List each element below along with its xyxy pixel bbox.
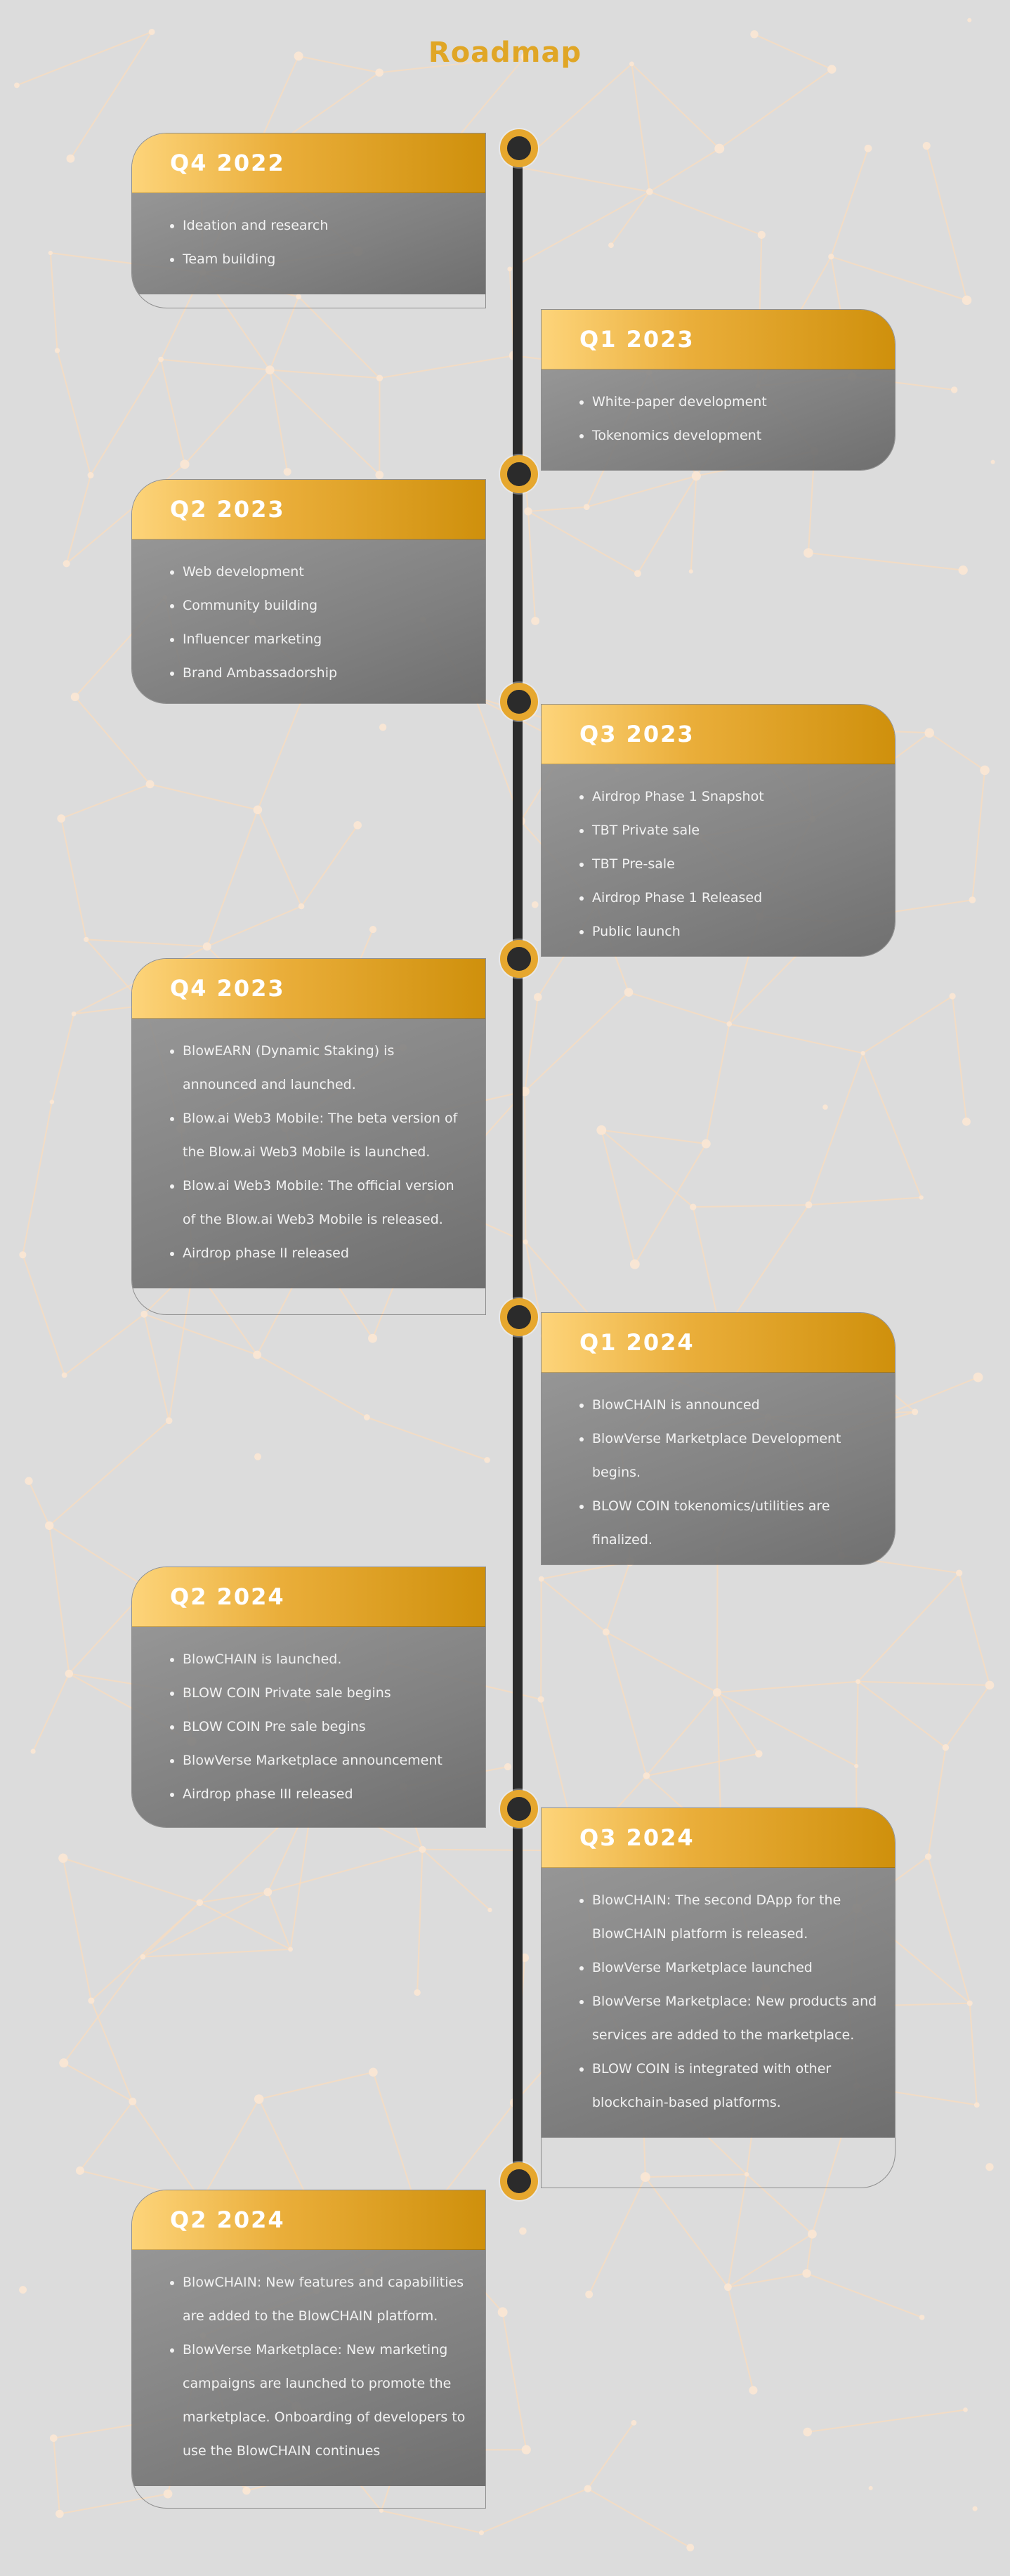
roadmap-card-q4-2022: Q4 2022 Ideation and research Team build…	[131, 133, 486, 308]
card-header: Q3 2024	[542, 1808, 895, 1868]
card-body: BlowCHAIN: New features and capabilities…	[132, 2250, 485, 2486]
card-header: Q2 2024	[132, 1567, 485, 1627]
timeline-dot	[500, 129, 538, 167]
milestone-list: BlowCHAIN is launched. BLOW COIN Private…	[167, 1642, 468, 1811]
milestone-item: TBT Pre-sale	[592, 847, 878, 881]
card-header: Q1 2024	[542, 1313, 895, 1373]
milestone-item: Public launch	[592, 915, 878, 948]
card-title: Q2 2023	[170, 496, 285, 523]
milestone-item: BlowEARN (Dynamic Staking) is announced …	[183, 1034, 468, 1101]
milestone-list: BlowCHAIN is announced BlowVerse Marketp…	[577, 1388, 878, 1557]
card-title: Q3 2023	[579, 721, 695, 747]
milestone-item: Ideation and research	[183, 209, 468, 242]
milestone-item: BlowVerse Marketplace announcement	[183, 1744, 468, 1777]
roadmap-card-q2-2023: Q2 2023 Web development Community buildi…	[131, 479, 486, 704]
milestone-item: Airdrop Phase 1 Snapshot	[592, 780, 878, 813]
card-body: Web development Community building Influ…	[132, 540, 485, 703]
roadmap-card-q1-2023: Q1 2023 White-paper development Tokenomi…	[541, 309, 896, 471]
card-header: Q2 2024	[132, 2190, 485, 2250]
milestone-list: White-paper development Tokenomics devel…	[577, 385, 878, 452]
milestone-item: White-paper development	[592, 385, 878, 419]
milestone-item: BLOW COIN tokenomics/utilities are final…	[592, 1489, 878, 1557]
milestone-item: BlowCHAIN is launched.	[183, 1642, 468, 1676]
milestone-item: BLOW COIN Pre sale begins	[183, 1710, 468, 1744]
card-title: Q3 2024	[579, 1824, 695, 1851]
card-title: Q1 2024	[579, 1329, 695, 1356]
milestone-item: Influencer marketing	[183, 622, 468, 656]
card-header: Q1 2023	[542, 310, 895, 370]
card-body: White-paper development Tokenomics devel…	[542, 370, 895, 470]
timeline-dot	[500, 2162, 538, 2200]
card-title: Q2 2024	[170, 2206, 285, 2233]
milestone-item: BlowVerse Marketplace Development begins…	[592, 1422, 878, 1489]
milestone-item: Blow.ai Web3 Mobile: The official versio…	[183, 1169, 468, 1236]
card-header: Q3 2023	[542, 705, 895, 764]
milestone-item: Tokenomics development	[592, 419, 878, 452]
card-title: Q4 2023	[170, 975, 285, 1002]
milestone-item: TBT Private sale	[592, 813, 878, 847]
milestone-list: Ideation and research Team building	[167, 209, 468, 276]
card-body: BlowCHAIN is launched. BLOW COIN Private…	[132, 1627, 485, 1827]
milestone-item: Community building	[183, 589, 468, 622]
milestone-item: Brand Ambassadorship	[183, 656, 468, 690]
milestone-item: Airdrop phase III released	[183, 1777, 468, 1811]
milestone-item: BlowCHAIN is announced	[592, 1388, 878, 1422]
milestone-item: BlowVerse Marketplace: New products and …	[592, 1985, 878, 2052]
card-body: BlowCHAIN: The second DApp for the BlowC…	[542, 1868, 895, 2138]
milestone-item: Airdrop phase II released	[183, 1236, 468, 1270]
milestone-list: BlowCHAIN: The second DApp for the BlowC…	[577, 1883, 878, 2119]
card-body: Airdrop Phase 1 Snapshot TBT Private sal…	[542, 764, 895, 956]
milestone-item: Team building	[183, 242, 468, 276]
card-title: Q1 2023	[579, 326, 695, 353]
milestone-item: BlowVerse Marketplace launched	[592, 1951, 878, 1985]
roadmap-card-q1-2024: Q1 2024 BlowCHAIN is announced BlowVerse…	[541, 1312, 896, 1565]
milestone-item: Web development	[183, 555, 468, 589]
milestone-item: BlowVerse Marketplace: New marketing cam…	[183, 2333, 468, 2468]
timeline-dot	[500, 1790, 538, 1828]
roadmap-card-q3-2024: Q3 2024 BlowCHAIN: The second DApp for t…	[541, 1807, 896, 2188]
milestone-item: BlowCHAIN: New features and capabilities…	[183, 2266, 468, 2333]
milestone-list: BlowEARN (Dynamic Staking) is announced …	[167, 1034, 468, 1270]
roadmap-card-q3-2023: Q3 2023 Airdrop Phase 1 Snapshot TBT Pri…	[541, 704, 896, 957]
card-header: Q4 2022	[132, 133, 485, 193]
milestone-list: Web development Community building Influ…	[167, 555, 468, 690]
card-title: Q4 2022	[170, 150, 285, 176]
roadmap-card-q2-2024-final: Q2 2024 BlowCHAIN: New features and capa…	[131, 2190, 486, 2509]
milestone-list: BlowCHAIN: New features and capabilities…	[167, 2266, 468, 2468]
card-header: Q4 2023	[132, 959, 485, 1019]
roadmap-card-q2-2024: Q2 2024 BlowCHAIN is launched. BLOW COIN…	[131, 1567, 486, 1828]
milestone-list: Airdrop Phase 1 Snapshot TBT Private sal…	[577, 780, 878, 948]
card-body: Ideation and research Team building	[132, 193, 485, 294]
card-body: BlowCHAIN is announced BlowVerse Marketp…	[542, 1373, 895, 1564]
timeline-dot	[500, 455, 538, 493]
timeline-dot	[500, 940, 538, 978]
milestone-item: Blow.ai Web3 Mobile: The beta version of…	[183, 1101, 468, 1169]
milestone-item: BlowCHAIN: The second DApp for the BlowC…	[592, 1883, 878, 1951]
timeline-line	[513, 144, 523, 2181]
card-title: Q2 2024	[170, 1583, 285, 1610]
milestone-item: BLOW COIN Private sale begins	[183, 1676, 468, 1710]
roadmap-card-q4-2023: Q4 2023 BlowEARN (Dynamic Staking) is an…	[131, 958, 486, 1315]
milestone-item: BLOW COIN is integrated with other block…	[592, 2052, 878, 2119]
timeline-dot	[500, 683, 538, 721]
card-body: BlowEARN (Dynamic Staking) is announced …	[132, 1019, 485, 1288]
milestone-item: Airdrop Phase 1 Released	[592, 881, 878, 915]
timeline-dot	[500, 1298, 538, 1336]
page-title: Roadmap	[428, 37, 582, 69]
card-header: Q2 2023	[132, 480, 485, 540]
